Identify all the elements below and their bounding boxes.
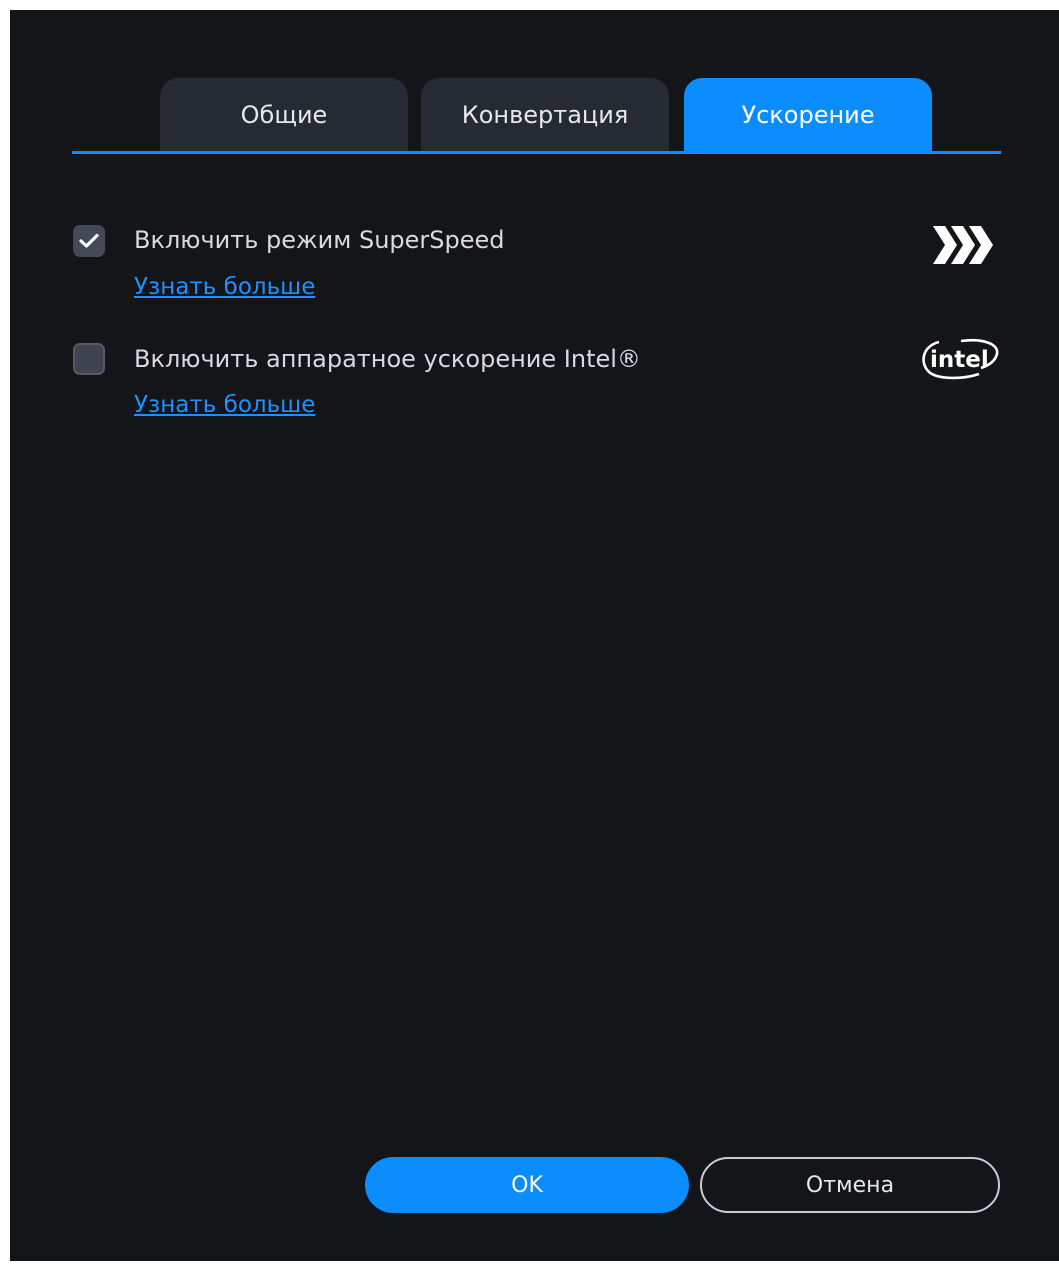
ok-button-label: OK [511,1172,543,1198]
intel-logo-icon: intel [922,338,999,380]
tab-conversion-label: Конвертация [461,101,629,129]
tab-general[interactable]: Общие [160,78,408,152]
superspeed-checkbox[interactable] [73,225,105,257]
tab-acceleration[interactable]: Ускорение [684,78,932,152]
tab-general-label: Общие [240,101,328,129]
superspeed-label: Включить режим SuperSpeed [134,226,505,254]
superspeed-chevrons-icon [933,226,993,264]
cancel-button[interactable]: Отмена [700,1157,1000,1213]
intel-learn-more-link[interactable]: Узнать больше [134,394,315,417]
tab-conversion[interactable]: Конвертация [421,78,669,152]
intel-acceleration-checkbox[interactable] [73,343,105,375]
intel-logo-text: intel [930,347,989,373]
settings-dialog: Общие Конвертация Ускорение Включить реж… [10,10,1059,1261]
tab-underline [72,151,1001,154]
intel-acceleration-label: Включить аппаратное ускорение Intel® [134,345,641,373]
superspeed-learn-more-link[interactable]: Узнать больше [134,276,315,299]
ok-button[interactable]: OK [365,1157,689,1213]
checkmark-icon [79,233,99,248]
cancel-button-label: Отмена [805,1172,895,1198]
tab-acceleration-label: Ускорение [741,101,875,129]
